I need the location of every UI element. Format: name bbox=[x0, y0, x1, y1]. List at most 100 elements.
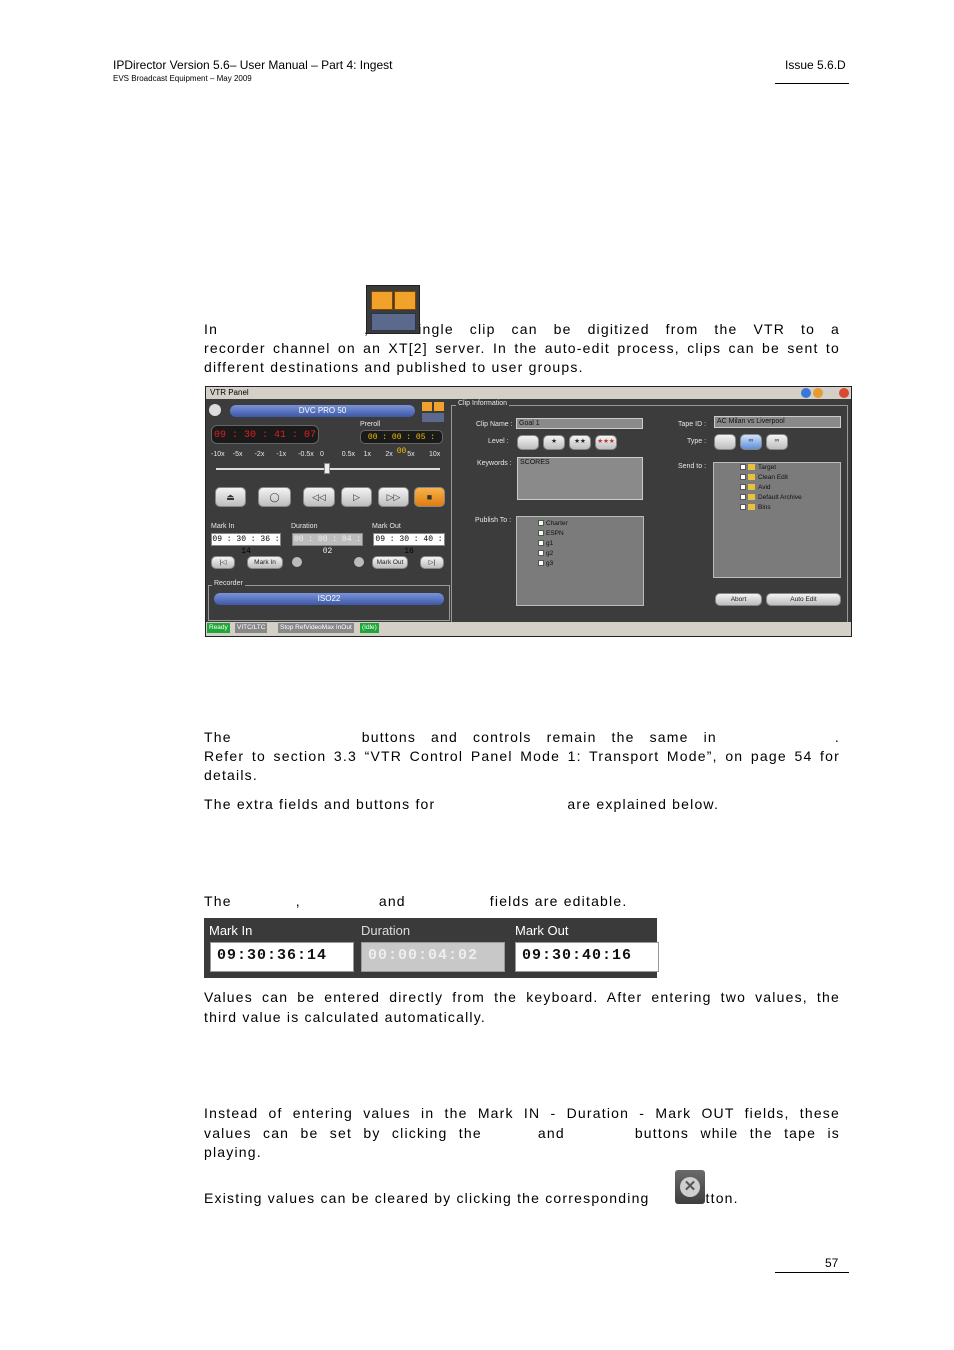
preroll-display[interactable]: 00 : 00 : 05 : 00 bbox=[360, 430, 443, 456]
clip-name-label: Clip Name : bbox=[476, 421, 513, 428]
para2: The extra fields and buttons for are expl… bbox=[204, 796, 720, 812]
tape-id-field[interactable]: AC Milan vs Liverpool bbox=[714, 416, 841, 428]
level-2-star-icon[interactable]: ★★ bbox=[569, 435, 591, 450]
publish-checkbox[interactable] bbox=[538, 550, 544, 557]
intro-line2: recorder channel on an XT[2] server. In … bbox=[204, 340, 840, 356]
send-to-label: Send to : bbox=[678, 463, 707, 470]
send-checkbox[interactable] bbox=[740, 494, 746, 501]
publish-checkbox[interactable] bbox=[538, 530, 544, 537]
speed-tick-label: -0.5x bbox=[298, 451, 314, 458]
fig-mark-in-field[interactable]: 09:30:36:14 bbox=[210, 942, 354, 972]
mark-in-button[interactable]: Mark In bbox=[247, 556, 283, 569]
format-bar: DVC PRO 50 bbox=[230, 405, 415, 417]
type-label: Type : bbox=[687, 438, 707, 445]
send-item[interactable]: Clean Edit bbox=[718, 474, 788, 481]
send-item-label: Bins bbox=[758, 504, 771, 511]
auto-edit-button[interactable]: Auto Edit bbox=[766, 593, 841, 606]
clear-out-icon[interactable] bbox=[354, 557, 364, 567]
send-checkbox[interactable] bbox=[740, 484, 746, 491]
settings-icon bbox=[813, 388, 823, 398]
speed-tick-label: 0 bbox=[320, 451, 324, 458]
keywords-label: Keywords : bbox=[477, 460, 512, 467]
status-timecode: VITC/LTC bbox=[235, 623, 268, 633]
abort-button[interactable]: Abort bbox=[715, 593, 762, 606]
goto-out-button[interactable]: ▷| bbox=[420, 556, 444, 569]
speed-scale: -10x -5x -2x -1x -0.5x 0 0.5x 1x 2x 5x 10x bbox=[211, 451, 446, 461]
mark-out-field[interactable]: 09 : 30 : 40 : 16 bbox=[373, 533, 445, 556]
keywords-field[interactable]: SCORES bbox=[517, 457, 643, 500]
publish-checkbox[interactable] bbox=[538, 560, 544, 567]
play-button[interactable]: ▷ bbox=[341, 487, 372, 507]
record-button[interactable]: ◯ bbox=[258, 487, 291, 507]
fig-duration-field[interactable]: 00:00:04:02 bbox=[361, 942, 505, 972]
help-icon bbox=[801, 388, 811, 398]
publish-item[interactable]: ESPN bbox=[538, 530, 564, 537]
publish-item-label: Charter bbox=[546, 520, 568, 527]
goto-in-button[interactable]: |◁ bbox=[211, 556, 235, 569]
send-checkbox[interactable] bbox=[740, 474, 746, 481]
recorder-bar[interactable]: ISO22 bbox=[214, 593, 444, 605]
send-item[interactable]: Bins bbox=[718, 504, 771, 511]
level-1-star-icon[interactable]: ★ bbox=[543, 435, 565, 450]
folder-icon bbox=[748, 504, 755, 511]
speed-tick-label: 1x bbox=[363, 451, 371, 458]
speed-tick-label: -1x bbox=[276, 451, 287, 458]
publish-item[interactable]: g1 bbox=[538, 540, 553, 547]
status-ready: Ready bbox=[207, 623, 230, 633]
page-number: 57 bbox=[825, 1256, 839, 1270]
rewind-button[interactable]: ◁◁ bbox=[303, 487, 335, 507]
fig-mark-out-label: Mark Out bbox=[515, 923, 569, 938]
speed-tick-label: -10x bbox=[211, 451, 225, 458]
mark-fields-figure: Mark In Duration Mark Out 09:30:36:14 00… bbox=[204, 918, 659, 978]
eject-button[interactable]: ⏏ bbox=[215, 487, 246, 507]
mark-in-field[interactable]: 09 : 30 : 36 : 14 bbox=[211, 533, 281, 556]
type-none-button[interactable] bbox=[714, 434, 736, 450]
send-item[interactable]: Default Archive bbox=[718, 494, 802, 501]
close-icon bbox=[839, 388, 849, 398]
recorder-label: Recorder bbox=[212, 580, 245, 587]
clip-info-label: Clip Information bbox=[456, 400, 510, 407]
send-checkbox[interactable] bbox=[740, 464, 746, 471]
preroll-label: Preroll bbox=[360, 421, 381, 428]
type-tape-alt-icon[interactable]: ∞ bbox=[766, 434, 788, 450]
para6: Existing values can be cleared by clicki… bbox=[204, 1190, 739, 1206]
publish-checkbox[interactable] bbox=[538, 520, 544, 527]
publish-item[interactable]: Charter bbox=[538, 520, 568, 527]
level-none-button[interactable] bbox=[517, 435, 539, 450]
send-item[interactable]: Target bbox=[718, 464, 776, 471]
send-item-label: Target bbox=[758, 464, 777, 471]
fig-mark-in-label: Mark In bbox=[209, 923, 253, 938]
fast-forward-button[interactable]: ▷▷ bbox=[378, 487, 409, 507]
publish-to-list[interactable] bbox=[516, 516, 644, 606]
publish-item[interactable]: g3 bbox=[538, 560, 553, 567]
vtr-panel-screenshot: VTR Panel DVC PRO 50 09 : 30 : 41 : 07 P… bbox=[205, 386, 852, 637]
publish-item-label: g3 bbox=[546, 560, 554, 567]
level-3-star-icon[interactable]: ★★★ bbox=[595, 435, 617, 450]
para1-line1: The buttons and controls remain the same … bbox=[204, 729, 840, 745]
mark-out-button[interactable]: Mark Out bbox=[372, 556, 408, 569]
timecode-display: 09 : 30 : 41 : 07 bbox=[211, 425, 319, 444]
send-item[interactable]: Avid bbox=[718, 484, 771, 491]
type-tape-icon[interactable]: ∞ bbox=[740, 434, 762, 450]
publish-item[interactable]: g2 bbox=[538, 550, 553, 557]
status-idle: (Idle) bbox=[360, 623, 379, 633]
publish-checkbox[interactable] bbox=[538, 540, 544, 547]
speed-tick-label: 10x bbox=[429, 451, 441, 458]
fig-mark-out-field[interactable]: 09:30:40:16 bbox=[515, 942, 659, 972]
clear-in-icon[interactable] bbox=[292, 557, 302, 567]
header-subtitle: EVS Broadcast Equipment – May 2009 bbox=[113, 74, 252, 83]
duration-field[interactable]: 00 : 00 : 04 : 02 bbox=[292, 533, 363, 556]
header-issue: Issue 5.6.D bbox=[785, 58, 846, 72]
shuttle-handle[interactable] bbox=[324, 463, 330, 474]
intro-line1: In, a single clip can be digitized from … bbox=[204, 321, 840, 337]
header-title: IPDirector Version 5.6– User Manual – Pa… bbox=[113, 58, 393, 72]
header-rule bbox=[775, 83, 849, 84]
vtr-icon bbox=[209, 404, 221, 416]
mode-mini-icon bbox=[422, 402, 444, 422]
send-checkbox[interactable] bbox=[740, 504, 746, 511]
speed-tick-label: 0.5x bbox=[341, 451, 356, 458]
send-item-label: Clean Edit bbox=[758, 474, 788, 481]
level-label: Level : bbox=[488, 438, 509, 445]
clip-name-field[interactable]: Goal 1 bbox=[516, 418, 643, 429]
stop-button[interactable]: ■ bbox=[414, 487, 445, 507]
